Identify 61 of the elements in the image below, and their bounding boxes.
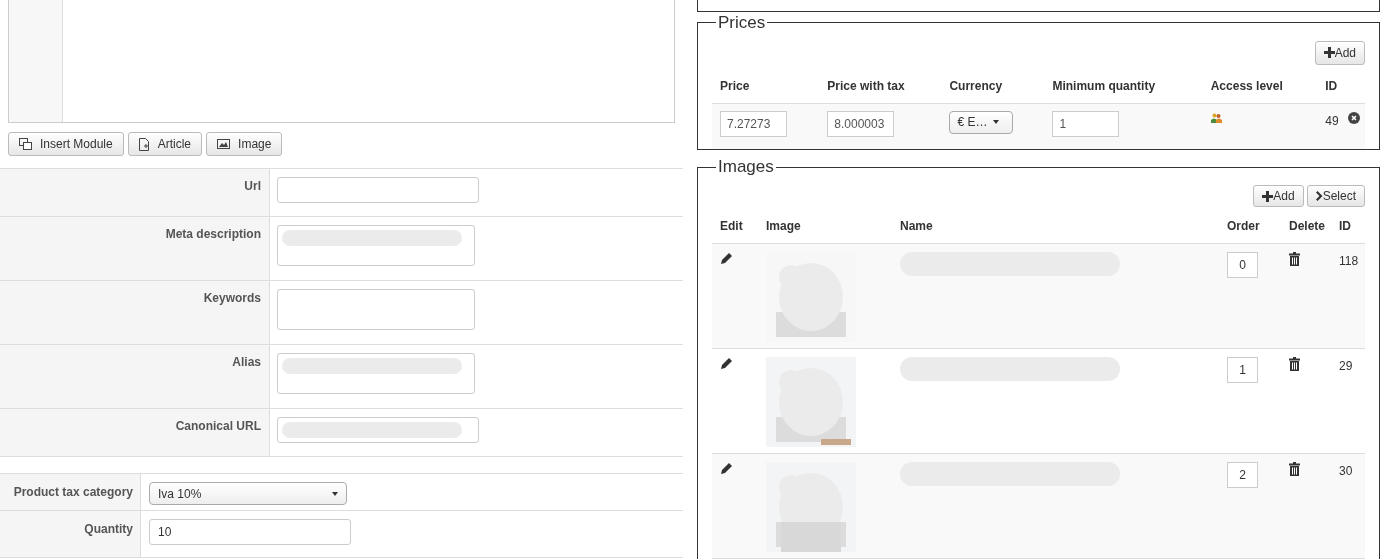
pencil-icon[interactable] [720, 357, 733, 370]
column-header: Minimum quantity [1052, 78, 1156, 93]
column-header: Price with tax [827, 78, 905, 93]
image-id: 29 [1339, 359, 1353, 373]
column-header: Order [1227, 219, 1260, 233]
order-input[interactable]: 0 [1227, 252, 1258, 278]
add-button[interactable]: Add [1314, 40, 1365, 65]
field-label: Product tax category [13, 485, 133, 499]
caret-icon [332, 491, 338, 496]
trash-icon[interactable] [1289, 462, 1300, 476]
column-header: ID [1339, 219, 1351, 233]
column-header: Delete [1289, 219, 1326, 233]
column-header: Currency [949, 78, 1003, 93]
order-input[interactable]: 1 [1227, 357, 1258, 383]
panel-legend: Prices [716, 12, 768, 33]
pencil-icon[interactable] [720, 462, 733, 475]
editor-button[interactable]: Image [206, 132, 283, 156]
price-id: 49 [1325, 113, 1339, 128]
remove-icon[interactable] [1347, 111, 1360, 124]
trash-icon[interactable] [1289, 357, 1300, 371]
plus-icon [1262, 190, 1274, 202]
input-field[interactable]: 10 [149, 519, 351, 545]
select-button[interactable]: Select [1306, 185, 1365, 207]
order-input[interactable]: 2 [1227, 462, 1258, 488]
input-field[interactable] [277, 177, 479, 203]
minimum-quantity-input[interactable]: 1 [1052, 110, 1120, 137]
column-header: Image [766, 219, 801, 233]
field-label: Keywords [203, 291, 261, 305]
textarea-field[interactable] [277, 225, 475, 266]
caret-icon [993, 120, 1000, 124]
plus-icon [1323, 47, 1335, 58]
currency-select[interactable]: € E… [949, 110, 1014, 134]
add-button[interactable]: Add [1253, 185, 1304, 207]
chevron-icon [1315, 191, 1323, 201]
editor-button[interactable]: Insert Module [8, 132, 124, 156]
image-id: 30 [1339, 464, 1353, 478]
textarea-field[interactable] [277, 353, 475, 394]
input-field[interactable] [277, 417, 479, 443]
field-label: Canonical URL [175, 419, 261, 433]
column-header: Name [900, 219, 933, 233]
pencil-icon[interactable] [720, 252, 733, 265]
editor-button[interactable]: Article [127, 132, 203, 156]
column-header: Access level [1210, 78, 1283, 93]
field-label: Url [244, 179, 261, 193]
trash-icon[interactable] [1289, 252, 1300, 266]
column-header: Edit [720, 219, 743, 233]
field-label: Meta description [165, 227, 261, 241]
image-icon [217, 139, 231, 149]
price-input[interactable]: 7.27273 [720, 110, 787, 137]
field-label: Quantity [84, 522, 133, 536]
image-id: 118 [1339, 254, 1359, 268]
textarea-field[interactable] [277, 289, 475, 330]
field-label: Alias [232, 355, 261, 369]
panel-legend: Images [716, 157, 776, 177]
column-header: Price [720, 78, 750, 93]
price-with-tax-input[interactable]: 8.000003 [827, 110, 895, 137]
windows-icon [19, 138, 32, 150]
users-icon [1210, 112, 1222, 123]
document-icon [138, 137, 150, 151]
column-header: ID [1325, 78, 1338, 93]
tax-category-select[interactable]: Iva 10% [149, 482, 347, 505]
